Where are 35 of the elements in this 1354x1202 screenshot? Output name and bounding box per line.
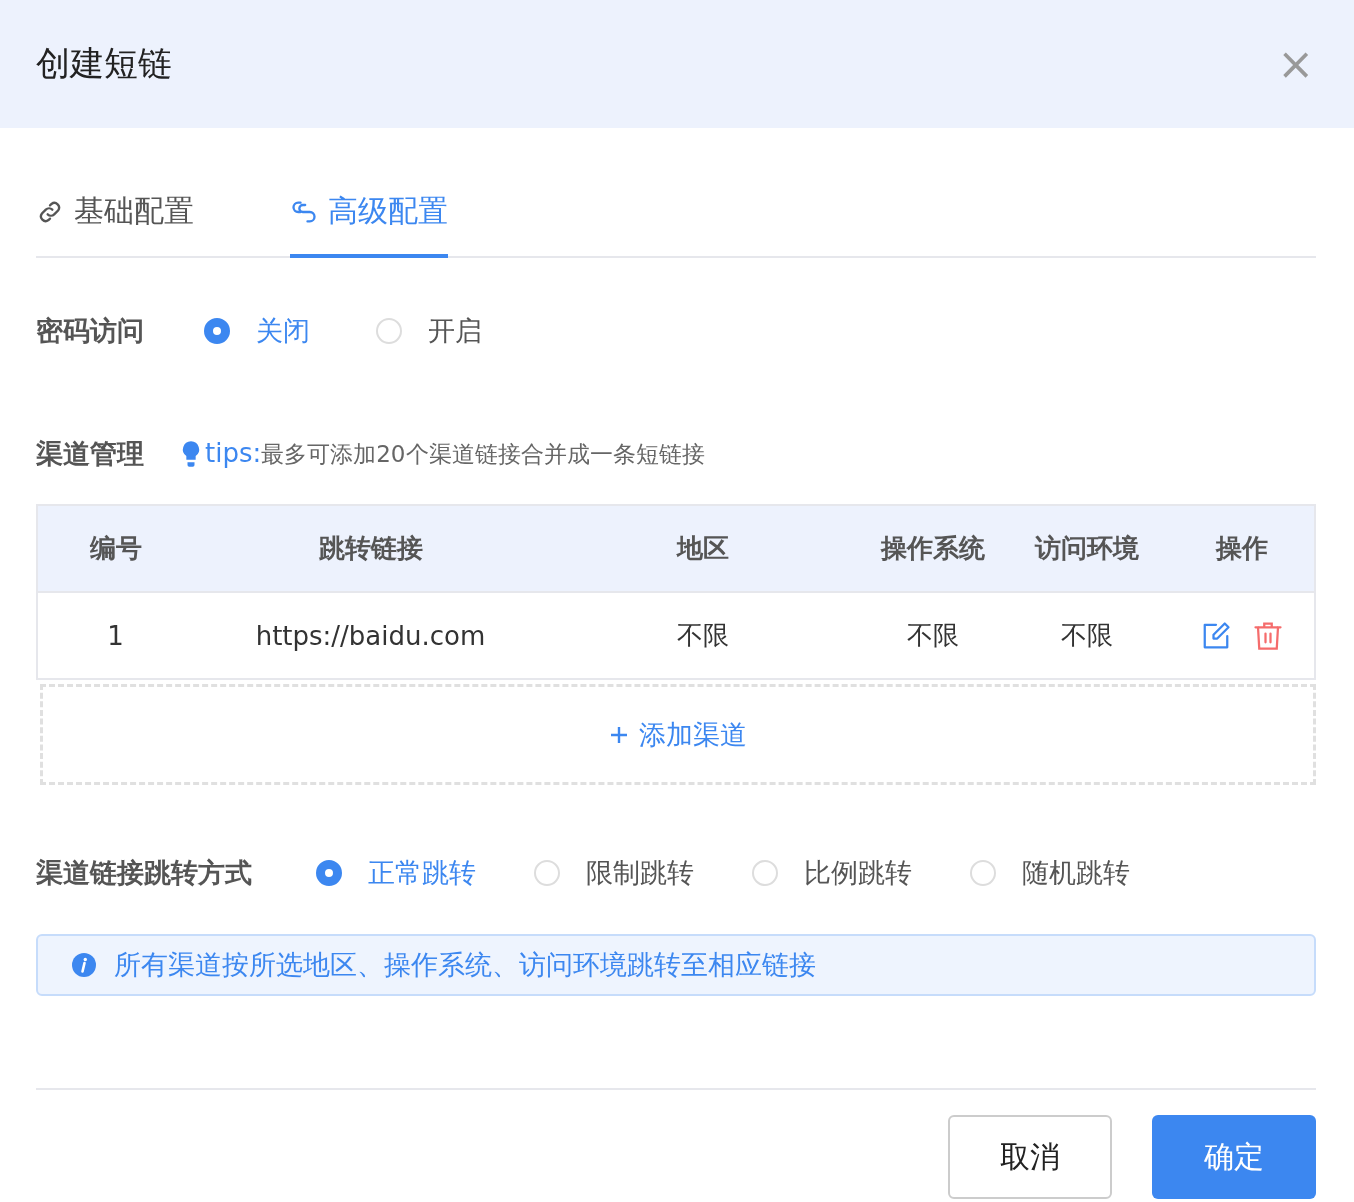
column-header: 操作系统 [879, 532, 986, 565]
radio-option[interactable]: 关闭 [204, 313, 310, 349]
confirm-button[interactable]: 确定 [1152, 1115, 1316, 1199]
tip-text: tips:最多可添加20个渠道链接合并成一条短链接 [205, 438, 705, 470]
column-header: 跳转链接 [317, 532, 424, 565]
lightbulb-icon [181, 440, 201, 468]
radio-option[interactable]: 开启 [376, 313, 482, 349]
radio-button[interactable] [204, 318, 230, 344]
info-text: 所有渠道按所选地区、操作系统、访问环境跳转至相应链接 [114, 948, 816, 982]
cancel-button[interactable]: 取消 [948, 1115, 1112, 1199]
section-label: 渠道管理 [36, 437, 145, 471]
tab[interactable]: 高级配置 [290, 191, 448, 258]
field-label: 密码访问 [36, 314, 145, 348]
edit-icon[interactable] [1201, 620, 1231, 651]
dialog-title: 创建短链 [36, 42, 172, 85]
tab[interactable]: 基础配置 [36, 191, 194, 258]
table-cell-text: 不限 [676, 619, 730, 652]
table-cell-text: https://baidu.com [254, 620, 487, 651]
column-header: 访问环境 [1033, 532, 1140, 565]
table-cell-text: 不限 [1060, 619, 1114, 652]
column-header: 编号 [88, 532, 143, 565]
field-label: 渠道链接跳转方式 [36, 856, 253, 890]
column-header: 地区 [675, 532, 730, 565]
radio-option[interactable]: 限制跳转 [534, 855, 694, 891]
radio-option[interactable]: 随机跳转 [970, 855, 1130, 891]
table-cell-text: 1 [106, 620, 125, 651]
column-header: 操作 [1214, 532, 1269, 565]
radio-button[interactable] [316, 860, 342, 886]
info-icon [72, 953, 96, 977]
delete-icon[interactable] [1253, 620, 1283, 651]
plus-icon [609, 724, 629, 745]
add-channel-button[interactable]: 添加渠道 [40, 684, 1316, 785]
radio-option[interactable]: 正常跳转 [316, 855, 476, 891]
table-cell-text: 不限 [906, 619, 960, 652]
radio-option[interactable]: 比例跳转 [752, 855, 912, 891]
